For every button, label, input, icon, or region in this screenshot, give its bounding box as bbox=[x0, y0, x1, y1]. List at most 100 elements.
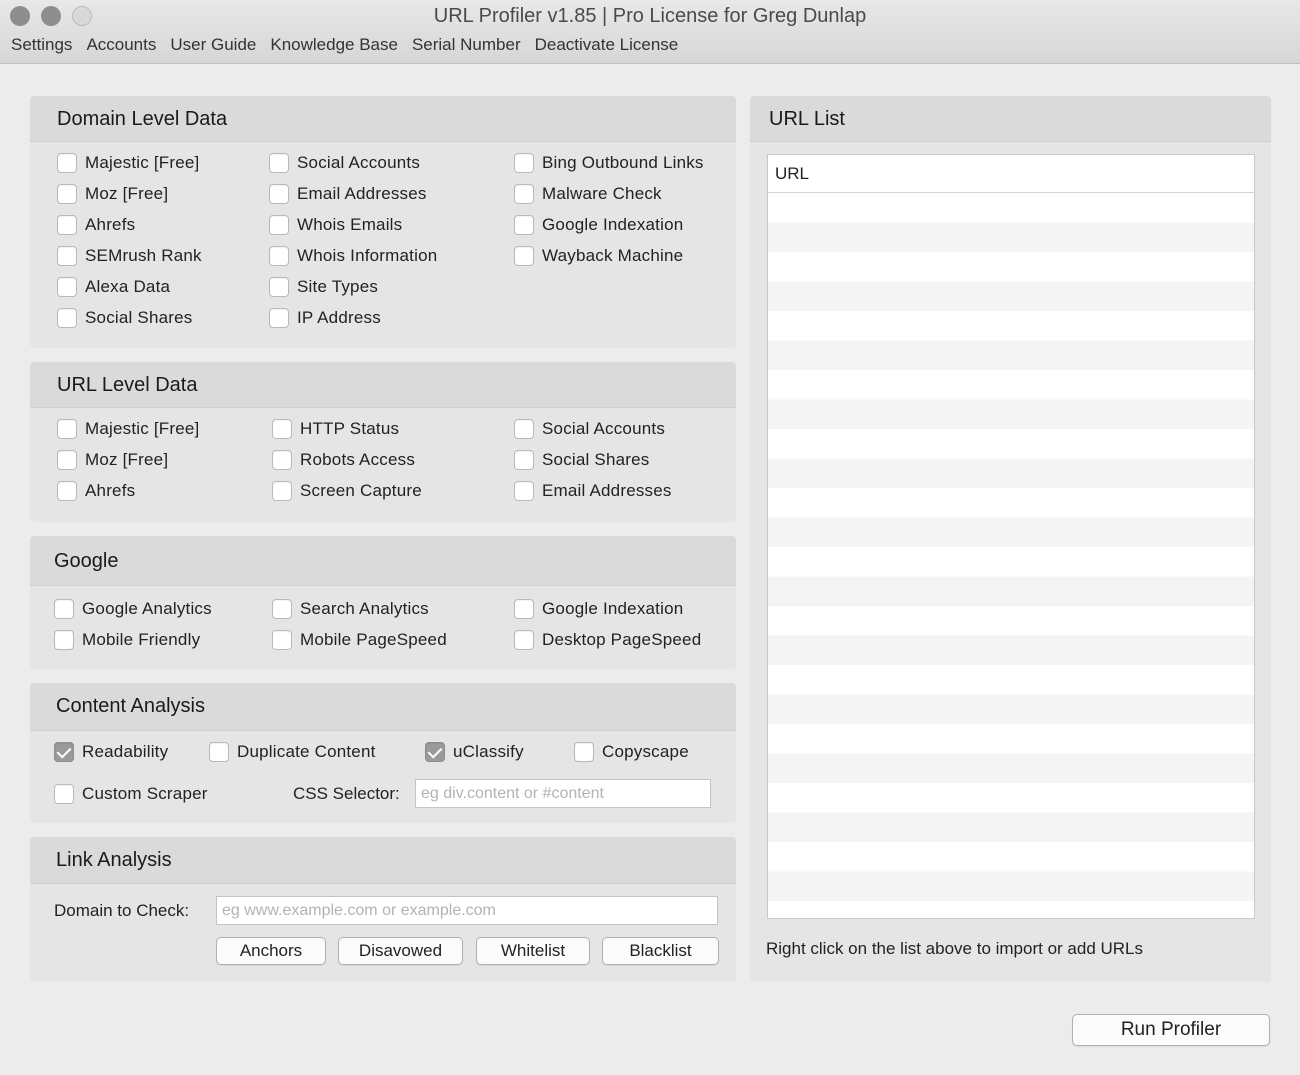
domain-malware-checkbox[interactable]: Malware Check bbox=[514, 184, 662, 204]
checkbox-box[interactable] bbox=[514, 153, 534, 173]
checkbox-box[interactable] bbox=[514, 481, 534, 501]
checkbox-box[interactable] bbox=[269, 153, 289, 173]
css-selector-input[interactable] bbox=[415, 779, 711, 808]
mobile-pagespeed-checkbox[interactable]: Mobile PageSpeed bbox=[272, 630, 447, 650]
checkbox-box[interactable] bbox=[425, 742, 445, 762]
url-robots-access-checkbox[interactable]: Robots Access bbox=[272, 450, 415, 470]
domain-ip-address-checkbox[interactable]: IP Address bbox=[269, 308, 381, 328]
checkbox-box[interactable] bbox=[57, 419, 77, 439]
checkbox-box[interactable] bbox=[54, 630, 74, 650]
checkbox-box[interactable] bbox=[57, 481, 77, 501]
google-analytics-checkbox[interactable]: Google Analytics bbox=[54, 599, 212, 619]
domain-whois-emails-checkbox[interactable]: Whois Emails bbox=[269, 215, 402, 235]
uclassify-checkbox[interactable]: uClassify bbox=[425, 742, 524, 762]
checkbox-box[interactable] bbox=[514, 630, 534, 650]
checkbox-box[interactable] bbox=[54, 784, 74, 804]
checkbox-box[interactable] bbox=[574, 742, 594, 762]
checkbox-box[interactable] bbox=[272, 630, 292, 650]
checkbox-box[interactable] bbox=[57, 215, 77, 235]
checkbox-label: Email Addresses bbox=[542, 481, 672, 500]
checkbox-label: Alexa Data bbox=[85, 277, 171, 296]
desktop-pagespeed-checkbox[interactable]: Desktop PageSpeed bbox=[514, 630, 701, 650]
checkbox-box[interactable] bbox=[514, 450, 534, 470]
url-http-status-checkbox[interactable]: HTTP Status bbox=[272, 419, 399, 439]
readability-checkbox[interactable]: Readability bbox=[54, 742, 168, 762]
domain-social-accounts-checkbox[interactable]: Social Accounts bbox=[269, 153, 420, 173]
domain-semrush-checkbox[interactable]: SEMrush Rank bbox=[57, 246, 202, 266]
whitelist-button[interactable]: Whitelist bbox=[476, 937, 590, 965]
url-ahrefs-checkbox[interactable]: Ahrefs bbox=[57, 481, 135, 501]
checkbox-box[interactable] bbox=[272, 599, 292, 619]
domain-social-shares-checkbox[interactable]: Social Shares bbox=[57, 308, 193, 328]
checkbox-box[interactable] bbox=[269, 277, 289, 297]
checkbox-box[interactable] bbox=[269, 308, 289, 328]
domain-moz-checkbox[interactable]: Moz [Free] bbox=[57, 184, 168, 204]
domain-whois-info-checkbox[interactable]: Whois Information bbox=[269, 246, 437, 266]
checkbox-box[interactable] bbox=[57, 308, 77, 328]
checkbox-label: Social Shares bbox=[542, 450, 650, 469]
domain-bing-outbound-checkbox[interactable]: Bing Outbound Links bbox=[514, 153, 704, 173]
url-screen-capture-checkbox[interactable]: Screen Capture bbox=[272, 481, 422, 501]
menu-serial-number[interactable]: Serial Number bbox=[412, 35, 521, 55]
domain-site-types-checkbox[interactable]: Site Types bbox=[269, 277, 378, 297]
checkbox-label: Bing Outbound Links bbox=[542, 153, 704, 172]
blacklist-button[interactable]: Blacklist bbox=[602, 937, 719, 965]
checkbox-box[interactable] bbox=[57, 450, 77, 470]
url-list-rows[interactable] bbox=[768, 193, 1254, 918]
custom-scraper-checkbox[interactable]: Custom Scraper bbox=[54, 784, 208, 804]
checkbox-box[interactable] bbox=[57, 153, 77, 173]
mobile-friendly-checkbox[interactable]: Mobile Friendly bbox=[54, 630, 200, 650]
domain-email-addresses-checkbox[interactable]: Email Addresses bbox=[269, 184, 427, 204]
checkbox-box[interactable] bbox=[54, 599, 74, 619]
url-social-accounts-checkbox[interactable]: Social Accounts bbox=[514, 419, 665, 439]
checkbox-box[interactable] bbox=[269, 184, 289, 204]
checkbox-label: Duplicate Content bbox=[237, 742, 376, 761]
checkbox-label: Ahrefs bbox=[85, 215, 136, 234]
checkbox-label: Screen Capture bbox=[300, 481, 422, 500]
checkbox-label: Malware Check bbox=[542, 184, 662, 203]
domain-wayback-checkbox[interactable]: Wayback Machine bbox=[514, 246, 683, 266]
checkbox-box[interactable] bbox=[272, 419, 292, 439]
domain-to-check-input[interactable] bbox=[216, 896, 718, 925]
checkbox-box[interactable] bbox=[54, 742, 74, 762]
url-column-header[interactable]: URL bbox=[768, 155, 1254, 193]
checkbox-box[interactable] bbox=[514, 184, 534, 204]
url-social-shares-checkbox[interactable]: Social Shares bbox=[514, 450, 650, 470]
disavowed-button[interactable]: Disavowed bbox=[338, 937, 463, 965]
checkbox-label: Search Analytics bbox=[300, 599, 429, 618]
checkbox-box[interactable] bbox=[209, 742, 229, 762]
checkbox-box[interactable] bbox=[272, 450, 292, 470]
google-indexation-checkbox[interactable]: Google Indexation bbox=[514, 599, 683, 619]
menu-accounts[interactable]: Accounts bbox=[86, 35, 156, 55]
checkbox-box[interactable] bbox=[57, 277, 77, 297]
checkbox-label: Wayback Machine bbox=[542, 246, 684, 265]
url-majestic-checkbox[interactable]: Majestic [Free] bbox=[57, 419, 199, 439]
menu-user-guide[interactable]: User Guide bbox=[170, 35, 256, 55]
url-email-addresses-checkbox[interactable]: Email Addresses bbox=[514, 481, 672, 501]
menu-deactivate-license[interactable]: Deactivate License bbox=[535, 35, 679, 55]
domain-majestic-checkbox[interactable]: Majestic [Free] bbox=[57, 153, 199, 173]
duplicate-content-checkbox[interactable]: Duplicate Content bbox=[209, 742, 376, 762]
checkbox-box[interactable] bbox=[514, 599, 534, 619]
domain-google-indexation-checkbox[interactable]: Google Indexation bbox=[514, 215, 683, 235]
anchors-button[interactable]: Anchors bbox=[216, 937, 326, 965]
checkbox-box[interactable] bbox=[514, 419, 534, 439]
url-moz-checkbox[interactable]: Moz [Free] bbox=[57, 450, 168, 470]
checkbox-box[interactable] bbox=[269, 215, 289, 235]
domain-ahrefs-checkbox[interactable]: Ahrefs bbox=[57, 215, 135, 235]
checkbox-box[interactable] bbox=[514, 215, 534, 235]
checkbox-label: Ahrefs bbox=[85, 481, 136, 500]
checkbox-box[interactable] bbox=[269, 246, 289, 266]
menu-settings[interactable]: Settings bbox=[11, 35, 72, 55]
run-profiler-button[interactable]: Run Profiler bbox=[1072, 1014, 1270, 1046]
menu-knowledge-base[interactable]: Knowledge Base bbox=[270, 35, 398, 55]
copyscape-checkbox[interactable]: Copyscape bbox=[574, 742, 689, 762]
search-analytics-checkbox[interactable]: Search Analytics bbox=[272, 599, 429, 619]
checkbox-box[interactable] bbox=[57, 184, 77, 204]
domain-alexa-checkbox[interactable]: Alexa Data bbox=[57, 277, 170, 297]
checkbox-label: Social Accounts bbox=[297, 153, 421, 172]
checkbox-box[interactable] bbox=[272, 481, 292, 501]
checkbox-box[interactable] bbox=[57, 246, 77, 266]
checkbox-box[interactable] bbox=[514, 246, 534, 266]
url-list-table[interactable]: URL bbox=[767, 154, 1255, 919]
